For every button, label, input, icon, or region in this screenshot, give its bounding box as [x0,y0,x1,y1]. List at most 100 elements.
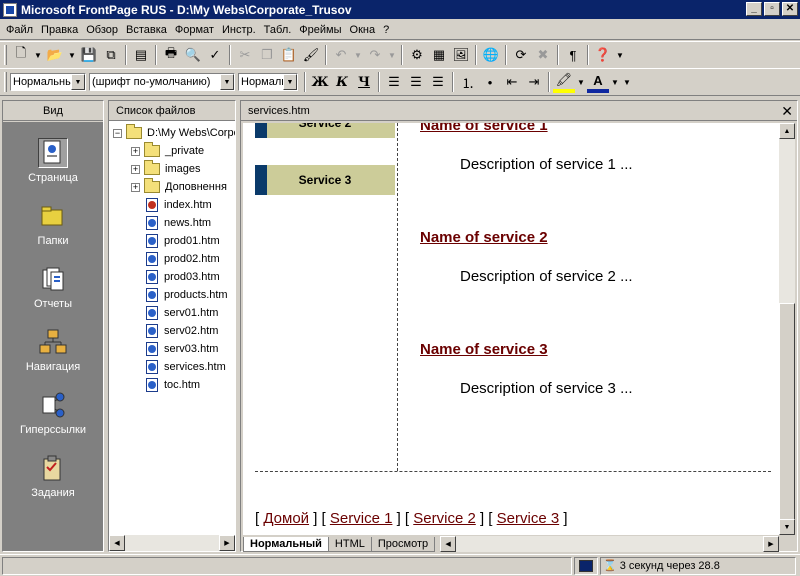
nav-button-service-3[interactable]: Service 3 [255,165,395,195]
tree-file[interactable]: serv01.htm [146,304,218,322]
tree-file[interactable]: prod02.htm [146,250,220,268]
insert-picture-icon[interactable]: 🖼 [450,44,472,66]
new-dropdown-icon[interactable]: ▼ [32,44,44,66]
maximize-button[interactable]: ▫ [764,2,780,16]
menu-file[interactable]: Файл [2,21,37,39]
view-navigation[interactable]: Навигация [3,319,103,379]
scroll-left-icon[interactable]: ◀ [440,536,457,552]
undo-dropdown-icon[interactable]: ▼ [352,44,364,66]
show-all-icon[interactable]: ¶ [562,44,584,66]
font-color-dropdown-icon[interactable]: ▼ [609,71,621,93]
close-button[interactable]: ✕ [782,2,798,16]
open-folder-icon[interactable]: 📂 [44,44,66,66]
redo-dropdown-icon[interactable]: ▼ [386,44,398,66]
collapse-icon[interactable]: − [113,128,122,138]
toolbar-grip[interactable] [4,72,7,92]
menu-view[interactable]: Обзор [82,21,122,39]
nav-button-service-2[interactable]: Service 2 [255,123,395,138]
highlight-icon[interactable]: 🖍 [553,71,575,93]
tree-file[interactable]: prod01.htm [146,232,220,250]
open-dropdown-icon[interactable]: ▼ [66,44,78,66]
view-page[interactable]: Страница [3,130,103,190]
tree-file[interactable]: toc.htm [146,376,200,394]
scroll-up-icon[interactable]: ▲ [779,123,795,139]
service-title[interactable]: Name of service 2 [420,229,548,246]
menu-help[interactable]: ? [379,21,393,39]
folder-list-icon[interactable]: ▤ [130,44,152,66]
expand-icon[interactable]: + [131,164,140,174]
service-title[interactable]: Name of service 3 [420,341,548,358]
menu-frames[interactable]: Фреймы [295,21,345,39]
scroll-track[interactable] [456,536,763,552]
font-select[interactable]: (шрифт по-умолчанию) ▼ [89,73,235,91]
tree-file[interactable]: index.htm [146,196,212,214]
style-select[interactable]: Нормальный ▼ [10,73,86,91]
publish-icon[interactable]: ⧉ [100,44,122,66]
tree-file[interactable]: products.htm [146,286,228,304]
tab-preview[interactable]: Просмотр [370,536,436,552]
print-icon[interactable]: 🖶 [160,44,182,66]
undo-icon[interactable]: ↶ [330,44,352,66]
font-size-select[interactable]: Нормаль ▼ [238,73,298,91]
tree-file[interactable]: services.htm [146,358,226,376]
new-page-icon[interactable]: 🗋 [10,44,32,66]
tree-file[interactable]: news.htm [146,214,211,232]
tree-folder-dopovnennya[interactable]: + Доповнення [131,178,227,196]
increase-indent-icon[interactable]: ⇥ [523,71,545,93]
close-icon[interactable]: ✕ [781,101,793,121]
menu-tools[interactable]: Инстр. [218,21,260,39]
footer-link-home[interactable]: Домой [263,510,309,527]
align-right-icon[interactable]: ☰ [427,71,449,93]
tab-html[interactable]: HTML [327,536,372,552]
decrease-indent-icon[interactable]: ⇤ [501,71,523,93]
scroll-right-icon[interactable]: ▶ [763,536,779,552]
chevron-down-icon[interactable]: ▼ [283,74,297,90]
tree-folder-images[interactable]: + images [131,160,200,178]
view-folders[interactable]: Папки [3,193,103,253]
view-tasks[interactable]: Задания [3,445,103,505]
font-color-icon[interactable]: A [587,71,609,93]
align-left-icon[interactable]: ☰ [383,71,405,93]
toolbar-options-icon[interactable]: ▼ [621,71,633,93]
tree-file[interactable]: serv03.htm [146,340,218,358]
menu-format[interactable]: Формат [171,21,218,39]
spelling-icon[interactable]: ✓ [204,44,226,66]
align-center-icon[interactable]: ☰ [405,71,427,93]
tree-folder-private[interactable]: + _private [131,142,204,160]
refresh-icon[interactable]: ⟳ [510,44,532,66]
document-canvas[interactable]: Service 2 Service 3 Name of service 1 De… [243,123,779,535]
save-icon[interactable]: 💾 [78,44,100,66]
cut-icon[interactable]: ✂ [234,44,256,66]
chevron-down-icon[interactable]: ▼ [220,74,234,90]
menu-insert[interactable]: Вставка [122,21,171,39]
bullets-icon[interactable]: • [479,71,501,93]
tree-file[interactable]: prod03.htm [146,268,220,286]
scroll-thumb[interactable] [779,303,795,523]
paste-icon[interactable]: 📋 [278,44,300,66]
preview-icon[interactable]: 🔍 [182,44,204,66]
expand-icon[interactable]: + [131,182,140,192]
italic-button[interactable]: К [331,71,353,93]
minimize-button[interactable]: _ [746,2,762,16]
menu-table[interactable]: Табл. [260,21,296,39]
help-icon[interactable]: ❓ [592,44,614,66]
scroll-left-icon[interactable]: ◀ [109,535,125,551]
insert-component-icon[interactable]: ⚙ [406,44,428,66]
toolbar-grip[interactable] [4,45,7,65]
scroll-right-icon[interactable]: ▶ [219,535,235,551]
hyperlink-icon[interactable]: 🌐 [480,44,502,66]
format-painter-icon[interactable]: 🖌 [300,44,322,66]
view-reports[interactable]: Отчеты [3,256,103,316]
redo-icon[interactable]: ↷ [364,44,386,66]
toolbar-options-icon[interactable]: ▼ [614,44,626,66]
footer-link-service-2[interactable]: Service 2 [413,510,476,527]
insert-table-icon[interactable]: ▦ [428,44,450,66]
view-hyperlinks[interactable]: Гиперссылки [3,382,103,442]
underline-button[interactable]: Ч [353,71,375,93]
menu-edit[interactable]: Правка [37,21,82,39]
editor-horizontal-scrollbar[interactable]: ◀ ▶ [440,536,779,552]
tree-file[interactable]: serv02.htm [146,322,218,340]
footer-link-service-3[interactable]: Service 3 [497,510,560,527]
chevron-down-icon[interactable]: ▼ [71,74,85,90]
expand-icon[interactable]: + [131,146,140,156]
